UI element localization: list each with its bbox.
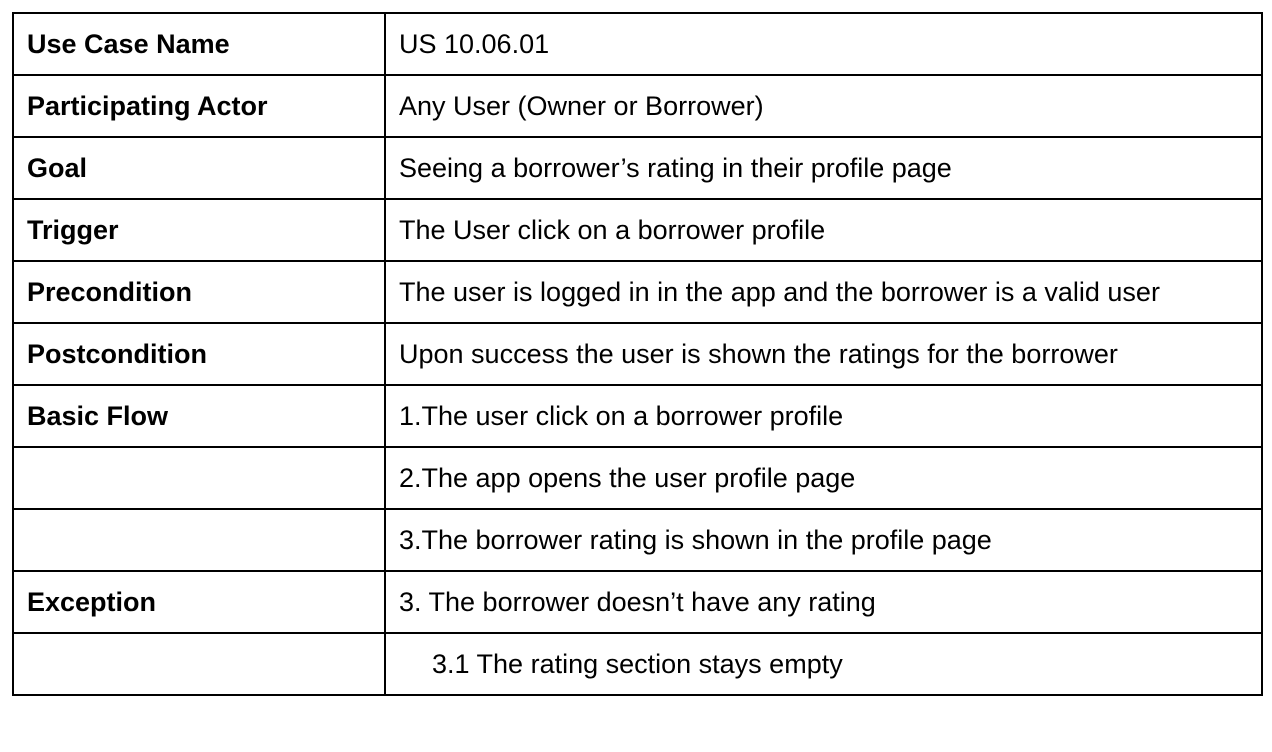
row-value: 3. The borrower doesn’t have any rating [384,570,1263,634]
table-row: Exception 3. The borrower doesn’t have a… [12,570,1263,634]
row-value: Any User (Owner or Borrower) [384,74,1263,138]
row-label [12,508,386,572]
row-label: Precondition [12,260,386,324]
table-row: Postcondition Upon success the user is s… [12,322,1263,386]
row-label: Basic Flow [12,384,386,448]
row-label [12,632,386,696]
table-row: Goal Seeing a borrower’s rating in their… [12,136,1263,200]
row-label: Goal [12,136,386,200]
table-row: Participating Actor Any User (Owner or B… [12,74,1263,138]
row-label: Postcondition [12,322,386,386]
row-value: The user is logged in in the app and the… [384,260,1263,324]
table-row: 2.The app opens the user profile page [12,446,1263,510]
table-row: Use Case Name US 10.06.01 [12,12,1263,76]
row-label: Trigger [12,198,386,262]
row-value: 1.The user click on a borrower profile [384,384,1263,448]
table-row: Precondition The user is logged in in th… [12,260,1263,324]
use-case-table: Use Case Name US 10.06.01 Participating … [12,12,1263,696]
table-row: Trigger The User click on a borrower pro… [12,198,1263,262]
row-label: Exception [12,570,386,634]
row-value: 3.1 The rating section stays empty [384,632,1263,696]
row-value: Upon success the user is shown the ratin… [384,322,1263,386]
row-label [12,446,386,510]
row-value: 2.The app opens the user profile page [384,446,1263,510]
table-row: 3.1 The rating section stays empty [12,632,1263,696]
row-value: US 10.06.01 [384,12,1263,76]
row-value: Seeing a borrower’s rating in their prof… [384,136,1263,200]
row-value: 3.The borrower rating is shown in the pr… [384,508,1263,572]
row-label: Use Case Name [12,12,386,76]
row-value: The User click on a borrower profile [384,198,1263,262]
table-row: 3.The borrower rating is shown in the pr… [12,508,1263,572]
row-label: Participating Actor [12,74,386,138]
table-row: Basic Flow 1.The user click on a borrowe… [12,384,1263,448]
